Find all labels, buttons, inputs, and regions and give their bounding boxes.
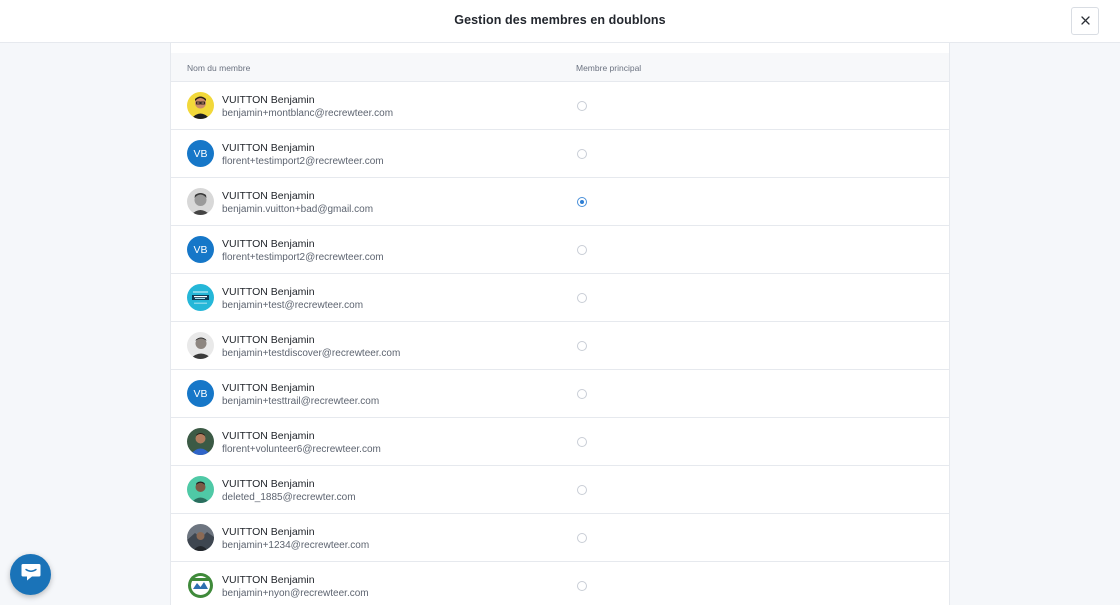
chat-launcher-button[interactable] [10,554,51,595]
avatar-initials: VB [193,147,208,160]
table-row: VUITTON Benjamin benjamin+1234@recrewteer… [171,514,949,562]
member-email: benjamin+1234@recrewteer.com [222,540,370,551]
table-row: VUITTON Benjamin benjamin+nyon@recrewteer… [171,562,949,605]
close-icon [1080,12,1090,30]
table-row: VUITTON Benjamin benjamin.vuitton+bad@gma… [171,178,949,226]
avatar [187,428,214,455]
principal-member-radio[interactable] [577,485,587,495]
table-row: VUITTON Benjamin benjamin+testdiscover@re… [171,322,949,370]
avatar [187,332,214,359]
table-header: Nom du membre Membre principal [171,53,949,82]
modal-title: Gestion des membres en doublons [454,13,666,27]
member-name: VUITTON Benjamin [222,430,315,442]
avatar [187,284,214,311]
chat-bubble-icon [20,562,42,587]
table-row: VUITTON Benjamin florent+volunteer6@recre… [171,418,949,466]
member-name: VUITTON Benjamin [222,94,315,106]
avatar [187,572,214,599]
members-list: VUITTON Benjamin benjamin+montblanc@recre… [171,82,949,605]
principal-member-radio[interactable] [577,437,587,447]
principal-member-radio[interactable] [577,341,587,351]
avatar: VB [187,140,214,167]
member-email: benjamin+test@recrewteer.com [222,300,364,311]
member-name: VUITTON Benjamin [222,526,315,538]
principal-member-radio[interactable] [577,293,587,303]
avatar: VB [187,380,214,407]
principal-member-radio[interactable] [577,389,587,399]
member-name: VUITTON Benjamin [222,382,315,394]
member-name: VUITTON Benjamin [222,478,315,490]
member-email: benjamin+testtrail@recrewteer.com [222,396,380,407]
member-name: VUITTON Benjamin [222,334,315,346]
member-name: VUITTON Benjamin [222,190,315,202]
principal-member-radio[interactable] [577,581,587,591]
principal-member-radio[interactable] [577,149,587,159]
avatar [187,188,214,215]
member-email: deleted_1885@recrewter.com [222,492,356,503]
table-row: VB VUITTON Benjamin florent+testimport2@re… [171,130,949,178]
avatar-initials: VB [193,387,208,400]
member-email: benjamin.vuitton+bad@gmail.com [222,204,374,215]
principal-member-radio[interactable] [577,245,587,255]
member-name: VUITTON Benjamin [222,238,315,250]
avatar [187,476,214,503]
table-row: VB VUITTON Benjamin benjamin+testtrail@rec… [171,370,949,418]
table-row: VB VUITTON Benjamin florent+testimport2@re… [171,226,949,274]
member-name: VUITTON Benjamin [222,574,315,586]
table-row: VUITTON Benjamin benjamin+montblanc@recre… [171,82,949,130]
member-email: benjamin+montblanc@recrewteer.com [222,108,394,119]
avatar-initials: VB [193,243,208,256]
avatar [187,524,214,551]
members-panel: Nom du membre Membre principal VUITTON B… [170,43,950,605]
member-email: benjamin+nyon@recrewteer.com [222,588,369,599]
member-name: VUITTON Benjamin [222,142,315,154]
member-name: VUITTON Benjamin [222,286,315,298]
column-header-name: Nom du membre [187,63,251,73]
table-row: VUITTON Benjamin benjamin+test@recrewteer… [171,274,949,322]
principal-member-radio[interactable] [577,101,587,111]
avatar [187,92,214,119]
member-email: benjamin+testdiscover@recrewteer.com [222,348,401,359]
member-email: florent+testimport2@recrewteer.com [222,252,384,263]
member-email: florent+testimport2@recrewteer.com [222,156,384,167]
avatar: VB [187,236,214,263]
close-button[interactable] [1071,7,1099,35]
modal-header: Gestion des membres en doublons [0,0,1120,43]
column-header-principal: Membre principal [576,63,642,73]
principal-member-radio[interactable] [577,533,587,543]
member-email: florent+volunteer6@recrewteer.com [222,444,381,455]
principal-member-radio[interactable] [577,197,587,207]
table-row: VUITTON Benjamin deleted_1885@recrewter.c… [171,466,949,514]
